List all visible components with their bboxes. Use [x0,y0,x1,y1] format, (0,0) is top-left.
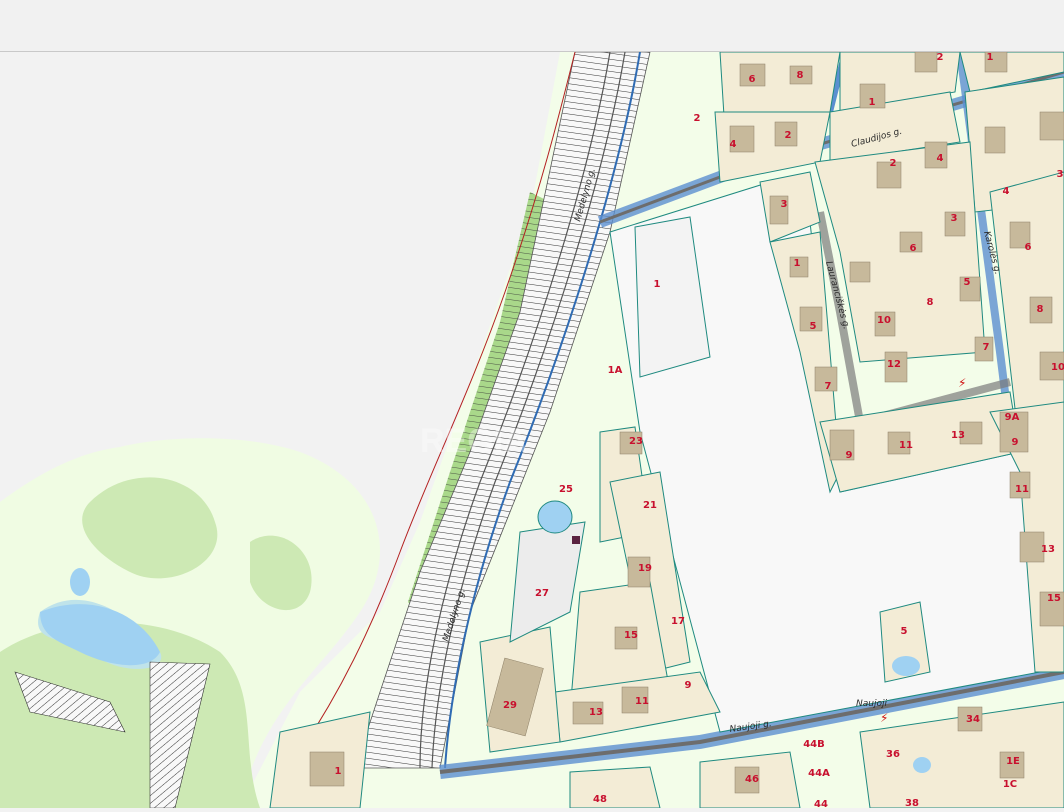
plot-label[interactable]: 4 [730,139,737,150]
plot-label[interactable]: 27 [535,588,549,599]
plot-label[interactable]: 1 [794,258,801,269]
plot-label[interactable]: 13 [951,430,965,441]
plot-label[interactable]: 3 [781,199,788,210]
pond-small-icon [70,568,90,596]
plot-label[interactable]: 8 [1037,304,1044,315]
plot-label[interactable]: 11 [899,440,913,451]
plot-label[interactable]: 9 [846,450,853,461]
plot-label[interactable]: 15 [1047,593,1061,604]
plot-label[interactable]: 5 [901,626,908,637]
plot-label[interactable]: 2 [694,113,701,124]
pond-36-icon [913,757,931,773]
plot-label[interactable]: 6 [1025,242,1032,253]
plot-label[interactable]: 10 [1051,362,1064,373]
plot-label[interactable]: 9A [1005,412,1020,423]
plot-label[interactable]: 1 [987,52,994,63]
plot-label[interactable]: 2 [785,130,792,141]
plot-label[interactable]: 1E [1006,756,1020,767]
plot-label[interactable]: 2 [937,52,944,63]
plot-label[interactable]: 2 [890,158,897,169]
plot-label[interactable]: 17 [671,616,685,627]
pond-5-icon [892,656,920,676]
plot-label[interactable]: 1 [654,279,661,290]
pond-25-icon [537,500,573,534]
plot-label[interactable]: 4 [937,153,944,164]
plot-label[interactable]: 8 [797,70,804,81]
plot-label[interactable]: 6 [749,74,756,85]
plot-label[interactable]: 5 [964,277,971,288]
plot-label[interactable]: 5 [810,321,817,332]
electric-marker-icon: ⚡ [958,376,966,390]
plot-label[interactable]: 9 [685,680,692,691]
plot-label[interactable]: 8 [927,297,934,308]
plot-label[interactable]: 44A [808,768,830,779]
plot-label[interactable]: 13 [589,707,603,718]
plot-label[interactable]: 44B [803,739,825,750]
plot-label[interactable]: 23 [629,436,643,447]
plot-label[interactable]: 46 [745,774,759,785]
plot-label[interactable]: 12 [887,359,901,370]
street-naujoji-right: Naujoji [856,699,887,709]
map-view[interactable]: Medelyno g. Medelyno g. Claudijos g. Lau… [0,51,1064,810]
plot-label[interactable]: 1 [869,97,876,108]
plot-label[interactable]: 1 [335,766,342,777]
plot-label[interactable]: 44 [814,799,828,810]
plot-label[interactable]: 36 [886,749,900,760]
plot-label[interactable]: 1C [1003,779,1017,790]
plot-label[interactable]: 38 [905,798,919,809]
map-canvas[interactable]: Medelyno g. Medelyno g. Claudijos g. Lau… [0,51,1064,810]
plot-label[interactable]: 6 [910,243,917,254]
plot-label[interactable]: 21 [643,500,657,511]
plot-label[interactable]: 4 [1003,186,1010,197]
plot-label[interactable]: 25 [559,484,573,495]
structure-marker-icon [572,536,580,544]
plot-label[interactable]: 1A [608,365,623,376]
plot-label[interactable]: 48 [593,794,607,805]
plot-label[interactable]: 3 [951,213,958,224]
plot-label[interactable]: 7 [825,381,832,392]
electric-marker-icon-2: ⚡ [880,711,888,725]
plot-label[interactable]: 11 [1015,484,1029,495]
plot-label[interactable]: 29 [503,700,517,711]
plot-label[interactable]: 3 [1057,169,1064,180]
plot-label[interactable]: 13 [1041,544,1055,555]
plot-label[interactable]: 10 [877,315,891,326]
plot-label[interactable]: 15 [624,630,638,641]
plot-label[interactable]: 11 [635,696,649,707]
plot-label[interactable]: 34 [966,714,980,725]
top-toolbar [0,0,1064,52]
plot-label[interactable]: 7 [983,342,990,353]
plot-label[interactable]: 19 [638,563,652,574]
watermark: REGIA [420,422,528,460]
plot-label[interactable]: 9 [1012,437,1019,448]
